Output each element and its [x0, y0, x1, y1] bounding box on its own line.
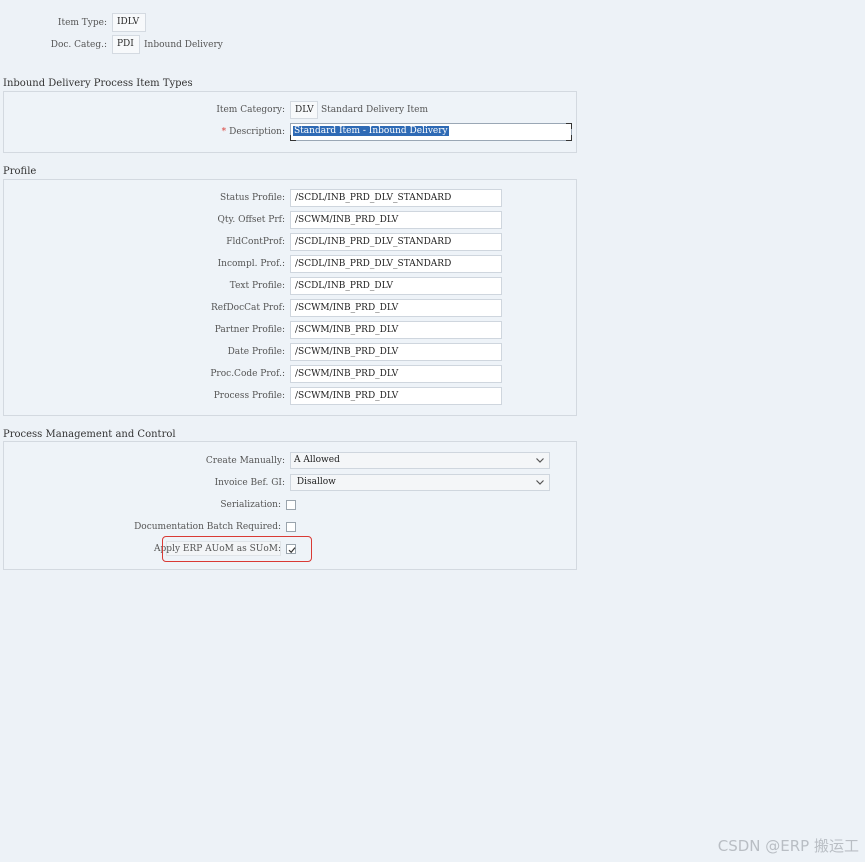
focus-corner-right: [566, 135, 572, 141]
invoice-before-gi-label: Invoice Bef. GI:: [214, 478, 285, 488]
required-marker: *: [221, 127, 227, 137]
serialization-label: Serialization:: [220, 500, 281, 510]
doc-categ-field[interactable]: PDI: [112, 35, 140, 54]
invoice-before-gi-value: Disallow: [294, 477, 336, 487]
section-title-item-types: Inbound Delivery Process Item Types: [3, 78, 193, 89]
incompletion-profile-label: Incompl. Prof.:: [217, 259, 285, 269]
process-profile-input[interactable]: /SCWM/INB_PRD_DLV: [290, 387, 502, 405]
field-control-profile-label: FldContProf:: [226, 237, 285, 247]
partner-profile-label: Partner Profile:: [214, 325, 285, 335]
ref-doc-cat-profile-input[interactable]: /SCWM/INB_PRD_DLV: [290, 299, 502, 317]
ref-doc-cat-profile-label: RefDocCat Prof:: [211, 303, 285, 313]
date-profile-input[interactable]: /SCWM/INB_PRD_DLV: [290, 343, 502, 361]
date-profile-label: Date Profile:: [227, 347, 285, 357]
doc-categ-label: Doc. Categ.:: [50, 40, 107, 50]
status-profile-input[interactable]: /SCDL/INB_PRD_DLV_STANDARD: [290, 189, 502, 207]
incompletion-profile-input[interactable]: /SCDL/INB_PRD_DLV_STANDARD: [290, 255, 502, 273]
proc-code-profile-input[interactable]: /SCWM/INB_PRD_DLV: [290, 365, 502, 383]
description-input[interactable]: Standard Item - Inbound Delivery: [290, 123, 572, 141]
annotation-highlight-box: [162, 536, 312, 562]
status-profile-label: Status Profile:: [219, 193, 285, 203]
qty-offset-profile-input[interactable]: /SCWM/INB_PRD_DLV: [290, 211, 502, 229]
qty-offset-profile-label: Qty. Offset Prf:: [217, 215, 285, 225]
item-category-field[interactable]: DLV: [290, 101, 318, 119]
proc-code-profile-label: Proc.Code Prof.:: [210, 369, 285, 379]
create-manually-select[interactable]: A Allowed: [290, 452, 550, 469]
documentation-batch-checkbox[interactable]: [286, 522, 296, 532]
description-selected-text: Standard Item - Inbound Delivery: [293, 126, 449, 136]
text-profile-label: Text Profile:: [229, 281, 285, 291]
serialization-checkbox[interactable]: [286, 500, 296, 510]
chevron-down-icon: [536, 480, 544, 485]
doc-categ-text: Inbound Delivery: [144, 40, 223, 50]
item-category-text: Standard Delivery Item: [321, 105, 428, 115]
invoice-before-gi-select[interactable]: Disallow: [290, 474, 550, 491]
description-label-wrap: * Description:: [180, 125, 285, 139]
watermark: CSDN @ERP 搬运工: [717, 837, 859, 855]
item-category-label: Item Category:: [216, 105, 285, 115]
item-type-field[interactable]: IDLV: [112, 13, 146, 32]
focus-corner-left: [290, 135, 296, 141]
chevron-down-icon: [536, 458, 544, 463]
section-title-profile: Profile: [3, 166, 37, 177]
process-profile-label: Process Profile:: [213, 391, 285, 401]
create-manually-value: A Allowed: [294, 455, 340, 465]
field-control-profile-input[interactable]: /SCDL/INB_PRD_DLV_STANDARD: [290, 233, 502, 251]
text-profile-input[interactable]: /SCDL/INB_PRD_DLV: [290, 277, 502, 295]
create-manually-label: Create Manually:: [205, 456, 285, 466]
item-type-label: Item Type:: [57, 18, 107, 28]
section-title-process-management: Process Management and Control: [3, 429, 176, 440]
focus-corner-top-right: [566, 123, 572, 129]
partner-profile-input[interactable]: /SCWM/INB_PRD_DLV: [290, 321, 502, 339]
documentation-batch-label: Documentation Batch Required:: [134, 522, 281, 532]
description-label: Description:: [229, 127, 285, 137]
